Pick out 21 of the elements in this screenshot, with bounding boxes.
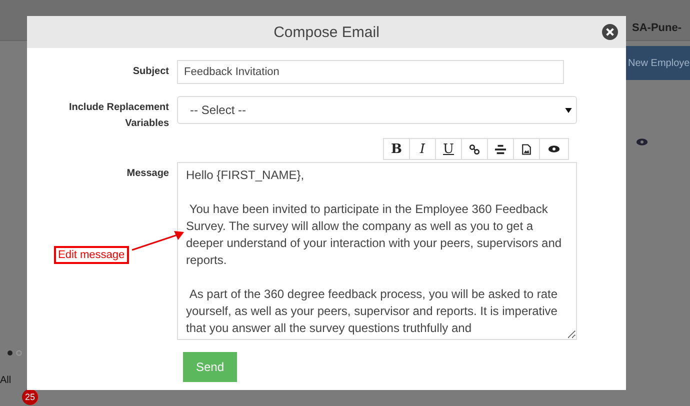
variables-label: Include Replacement Variables xyxy=(68,101,169,131)
variables-dropdown[interactable]: -- Select -- xyxy=(177,96,577,124)
notification-badge: 25 xyxy=(22,389,38,405)
message-field[interactable]: Hello {FIRST_NAME}, You have been invited to participate in the Employee 360 Feedback Survey. The survey will allow the company as well as you to get a deeper understand of your interaction with your peers, supervisors and reports. As part of the 360 degree feedback process, you will be asked to rate yourself, as well as your peers, supervisor and reports. It is imperative that you answer all the survey questions truthfully and xyxy=(177,162,577,340)
pager-dots-icon xyxy=(7,350,23,356)
subject-label: Subject xyxy=(132,65,169,79)
annotation-arrow xyxy=(131,230,185,252)
subject-field[interactable]: Feedback Invitation xyxy=(177,60,564,84)
link-icon xyxy=(469,144,480,154)
location-label: SA-Pune- xyxy=(632,22,682,34)
filter-label[interactable]: All xyxy=(0,375,12,386)
close-icon[interactable] xyxy=(602,24,618,40)
eye-icon xyxy=(548,145,560,153)
new-employee-button[interactable]: New Employe xyxy=(626,46,690,80)
dropdown-caret-icon xyxy=(565,108,572,112)
image-icon xyxy=(522,144,531,154)
annotation-label: Edit message xyxy=(54,246,129,264)
dialog-title: Compose Email xyxy=(274,24,380,40)
eye-icon[interactable] xyxy=(636,138,648,146)
message-label: Message xyxy=(126,167,169,181)
align-icon xyxy=(495,144,506,154)
